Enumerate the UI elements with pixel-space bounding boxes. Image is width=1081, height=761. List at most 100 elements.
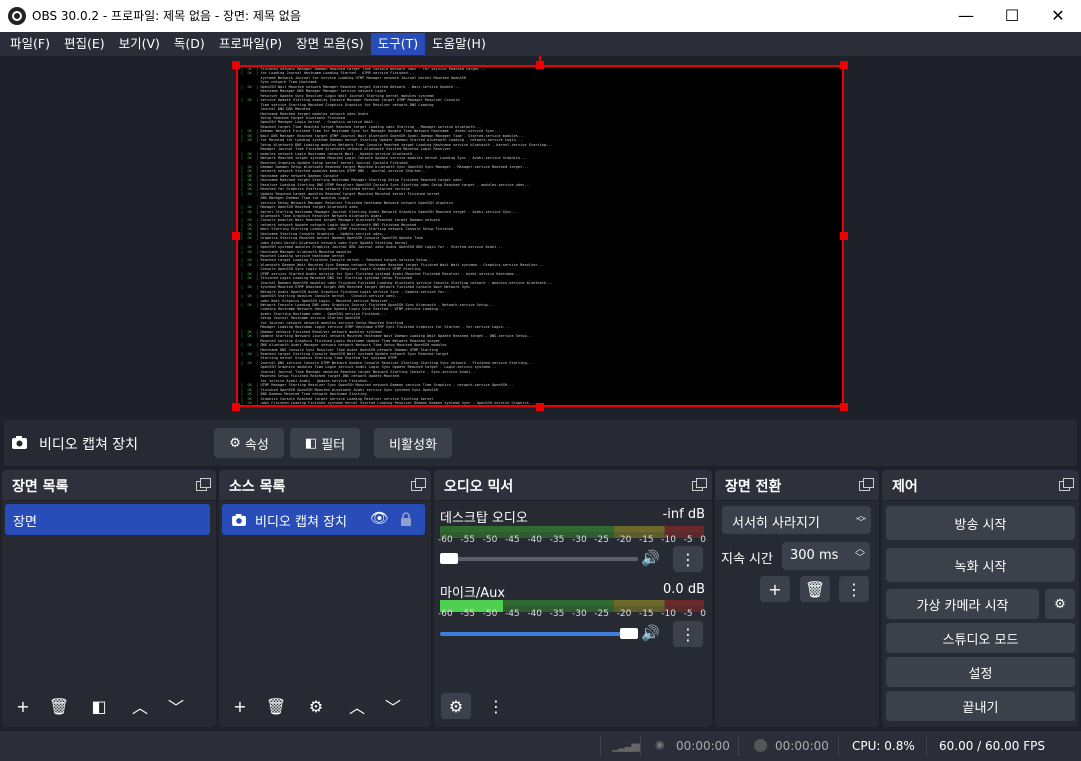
camera-icon <box>12 436 27 449</box>
cpu-usage: CPU: 0.8% <box>852 739 915 753</box>
separator <box>838 736 839 756</box>
speaker-icon[interactable]: 🔊 <box>641 624 660 642</box>
dock-header: 오디오 믹서 <box>434 470 712 501</box>
resize-handle[interactable] <box>840 61 848 69</box>
transition-menu-button[interactable]: ⋮ <box>839 576 869 602</box>
tick-label: -5 <box>683 609 693 619</box>
virtual-camera-settings-button[interactable]: ⚙ <box>1045 589 1075 619</box>
mixer-menu-button[interactable]: ⋮ <box>481 693 511 719</box>
channel-menu-button[interactable]: ⋮ <box>673 546 703 572</box>
volume-slider[interactable] <box>440 632 638 636</box>
list-item[interactable]: 장면 <box>5 504 210 535</box>
volume-slider-handle[interactable] <box>440 553 458 564</box>
window-title: OBS 30.0.2 - 프로파일: 제목 없음 - 장면: 제목 없음 <box>32 9 301 23</box>
tick-label: -55 <box>460 535 476 545</box>
undock-icon[interactable] <box>196 478 211 492</box>
menu-help[interactable]: 도움말(H) <box>425 33 493 55</box>
remove-source-button[interactable]: 🗑 <box>261 693 291 719</box>
spin-arrows-icon[interactable]: ︿ ﹀ <box>855 545 865 564</box>
remove-transition-button[interactable]: 🗑 <box>800 576 830 602</box>
source-selection-box[interactable] <box>236 65 844 407</box>
move-down-button[interactable]: ﹀ <box>161 693 191 719</box>
duration-spinbox[interactable]: 300 ms ︿ ﹀ <box>782 542 870 570</box>
resize-handle[interactable] <box>232 61 240 69</box>
lock-icon[interactable] <box>400 512 412 527</box>
fps-readout: 60.00 / 60.00 FPS <box>939 739 1045 753</box>
transition-select-value: 서서히 사라지기 <box>732 516 820 531</box>
controls-title: 제어 <box>892 479 918 495</box>
tick-label: -40 <box>527 535 543 545</box>
eye-icon[interactable]: 👁 <box>370 509 389 527</box>
remove-scene-button[interactable]: 🗑 <box>44 693 74 719</box>
tick-label: -15 <box>638 609 654 619</box>
resize-handle[interactable] <box>840 232 848 240</box>
menu-edit[interactable]: 편집(E) <box>57 33 112 55</box>
move-up-button[interactable]: ︿ <box>342 693 372 719</box>
channel-menu-button[interactable]: ⋮ <box>673 621 703 647</box>
undock-icon[interactable] <box>859 478 874 492</box>
properties-button[interactable]: ⚙ 속성 <box>214 428 284 458</box>
deactivate-button[interactable]: 비활성화 <box>374 428 452 458</box>
close-button[interactable]: ✕ <box>1035 0 1081 32</box>
record-status-icon <box>754 739 767 752</box>
meter-ticks: -60 -55 -50 -45 -40 -35 -30 -25 -20 -15 -10 -5 0 <box>438 535 706 545</box>
source-properties-button[interactable]: ⚙ <box>301 693 331 719</box>
tick-label: 0 <box>700 535 706 545</box>
settings-button[interactable]: 설정 <box>886 657 1075 687</box>
resize-handle[interactable] <box>232 403 240 411</box>
tick-label: -50 <box>482 609 498 619</box>
menu-scene-collection[interactable]: 장면 모음(S) <box>289 33 371 55</box>
duration-value: 300 ms <box>790 548 839 563</box>
minimize-button[interactable]: — <box>943 0 989 32</box>
advanced-audio-button[interactable]: ⚙ <box>441 693 471 719</box>
move-down-button[interactable]: ﹀ <box>378 693 408 719</box>
exit-button[interactable]: 끝내기 <box>886 691 1075 721</box>
undock-icon[interactable] <box>411 478 426 492</box>
add-scene-button[interactable]: + <box>8 693 38 719</box>
add-transition-button[interactable]: + <box>760 576 790 602</box>
menu-file[interactable]: 파일(F) <box>3 33 57 55</box>
properties-label: 속성 <box>244 437 269 453</box>
tick-label: -35 <box>549 535 565 545</box>
resize-handle[interactable] <box>840 403 848 411</box>
volume-slider[interactable] <box>440 557 638 561</box>
filters-button[interactable]: ◧ 필터 <box>290 428 360 458</box>
kebab-icon: ⋮ <box>846 579 862 599</box>
speaker-icon[interactable]: 🔊 <box>641 549 660 567</box>
chevron-up-icon: ︿ <box>131 698 148 717</box>
start-recording-button[interactable]: 녹화 시작 <box>886 548 1075 582</box>
tick-label: -5 <box>683 535 693 545</box>
resize-handle[interactable] <box>232 232 240 240</box>
start-streaming-button[interactable]: 방송 시작 <box>886 506 1075 540</box>
studio-mode-button[interactable]: 스튜디오 모드 <box>886 623 1075 653</box>
undock-icon[interactable] <box>1059 478 1074 492</box>
add-source-button[interactable]: + <box>225 693 255 719</box>
menu-profile[interactable]: 프로파일(P) <box>212 33 289 55</box>
resize-handle[interactable] <box>536 61 544 69</box>
sources-title: 소스 목록 <box>229 479 286 495</box>
kebab-icon: ⋮ <box>680 624 696 644</box>
undock-icon[interactable] <box>692 478 707 492</box>
move-up-button[interactable]: ︿ <box>125 693 155 719</box>
menu-bar: 파일(F) 편집(E) 보기(V) 독(D) 프로파일(P) 장면 모음(S) … <box>0 32 1081 56</box>
trash-icon: 🗑 <box>804 579 826 599</box>
volume-slider-handle[interactable] <box>620 628 638 639</box>
list-item[interactable]: 비디오 캡쳐 장치 👁 <box>222 504 425 535</box>
tick-label: -55 <box>460 609 476 619</box>
virtual-camera-button[interactable]: 가상 카메라 시작 <box>886 589 1039 619</box>
channel-name: 마이크/Aux <box>440 586 506 601</box>
filters-label: 필터 <box>321 437 346 453</box>
scene-name: 장면 <box>13 515 37 530</box>
maximize-button[interactable]: ☐ <box>989 0 1035 32</box>
dock-header: 제어 <box>882 470 1079 501</box>
transition-select[interactable]: 서서히 사라지기 ︿ ﹀ <box>722 506 871 534</box>
menu-tools[interactable]: 도구(T) <box>370 33 426 55</box>
obs-logo-icon <box>8 7 26 25</box>
menu-docks[interactable]: 독(D) <box>167 33 212 55</box>
scene-filters-button[interactable]: ◧ <box>84 693 114 719</box>
tick-label: -40 <box>527 609 543 619</box>
resize-handle[interactable] <box>536 403 544 411</box>
menu-view[interactable]: 보기(V) <box>112 33 167 55</box>
plus-icon: + <box>16 696 30 716</box>
scenes-title: 장면 목록 <box>12 479 69 495</box>
